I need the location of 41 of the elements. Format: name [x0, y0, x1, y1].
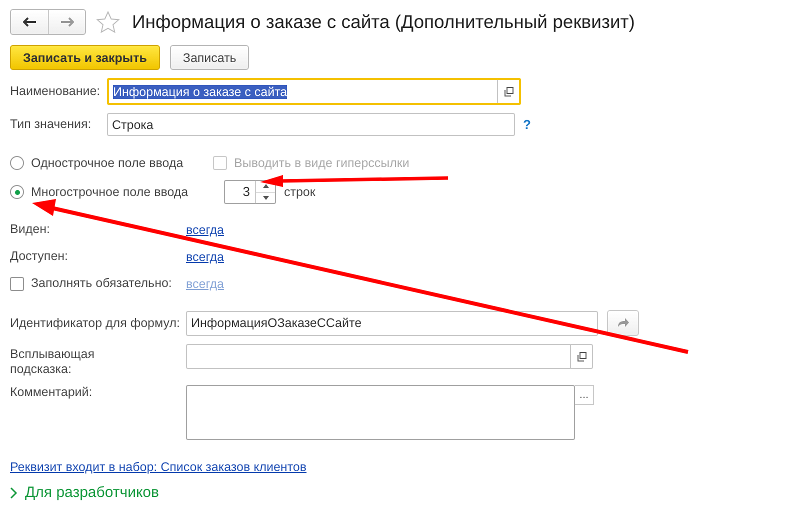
radio-label: Однострочное поле ввода	[31, 156, 184, 170]
lines-suffix: строк	[284, 185, 316, 199]
save-and-close-button[interactable]: Записать и закрыть	[10, 45, 160, 70]
save-button[interactable]: Записать	[170, 45, 250, 70]
field-label: Тип значения:	[10, 117, 92, 132]
chevron-icon	[10, 486, 18, 498]
field-label: Наименование:	[10, 84, 102, 99]
radio-button[interactable]	[10, 185, 24, 199]
radio-label: Многострочное поле ввода	[31, 185, 190, 199]
identifier-field[interactable]: ИнформацияОЗаказеССайте	[186, 310, 598, 336]
back-arrow-icon	[22, 17, 36, 27]
window-title: Информация о заказе с сайта (Дополнительный реквизит)	[132, 11, 635, 33]
comment-field[interactable]	[186, 385, 575, 440]
value-link[interactable]: всегда	[186, 250, 224, 264]
refresh-button[interactable]	[607, 310, 639, 336]
open-window-icon[interactable]	[504, 86, 514, 96]
value-link[interactable]: всегда	[186, 222, 224, 236]
star-icon[interactable]	[96, 10, 120, 34]
curved-arrow-icon	[617, 318, 629, 328]
checkbox-label: Выводить в виде гиперссылки	[234, 156, 410, 170]
up-arrow-icon[interactable]	[262, 184, 268, 188]
set-link[interactable]: Реквизит входит в набор: Список заказов клиентов	[10, 460, 306, 474]
lines-spinner[interactable]: 3	[224, 180, 276, 204]
value-type-field[interactable]: Строка	[107, 113, 515, 136]
open-window-icon[interactable]	[576, 352, 586, 362]
field-label: Идентификатор для формул:	[10, 316, 181, 330]
down-arrow-icon[interactable]	[262, 196, 268, 200]
radio-button[interactable]	[10, 156, 24, 170]
forward-arrow-icon	[60, 17, 74, 27]
developers-section-toggle[interactable]: Для разработчиков	[10, 484, 791, 501]
field-value: Информация о заказе с сайта	[113, 84, 288, 98]
checkbox[interactable]	[10, 276, 24, 290]
field-label: Доступен:	[10, 249, 70, 264]
field-label: Комментарий:	[10, 385, 94, 400]
field-label: Всплывающая подсказка:	[10, 346, 96, 377]
name-field[interactable]: Информация о заказе с сайта	[107, 78, 521, 105]
field-label: Заполнять обязательно:	[31, 276, 173, 291]
tooltip-field[interactable]	[186, 344, 593, 369]
field-label: Виден:	[10, 222, 51, 237]
help-link[interactable]: ?	[523, 117, 531, 132]
more-button[interactable]: ...	[575, 385, 594, 405]
